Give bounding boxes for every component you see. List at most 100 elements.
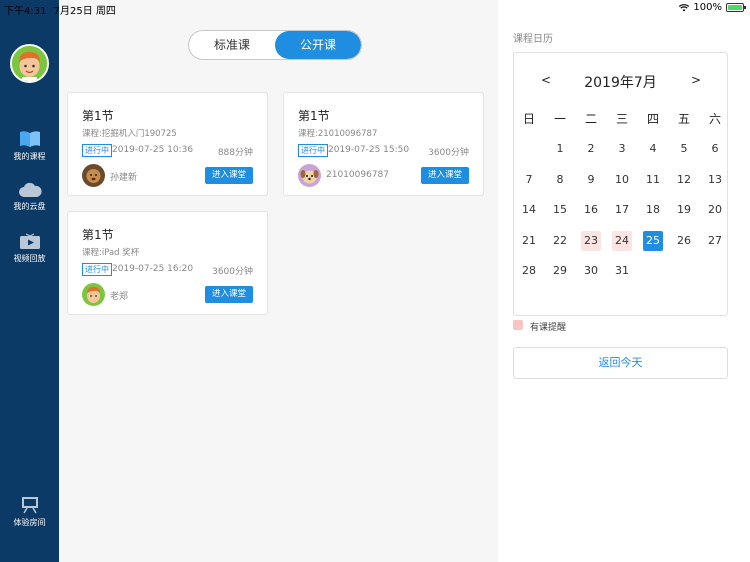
lesson-duration: 3600分钟 (212, 267, 253, 277)
sidebar-item-trial-room[interactable]: 体验房间 (0, 496, 59, 528)
calendar-day[interactable]: 17 (612, 200, 632, 220)
weekday-label: 五 (677, 112, 690, 126)
teacher-name: 老郑 (110, 292, 129, 302)
tab-public[interactable]: 公开课 (275, 31, 361, 59)
sidebar-item-my-cloud[interactable]: 我的云盘 (0, 182, 59, 212)
calendar-day[interactable]: 19 (674, 200, 694, 220)
weekday-label: 六 (708, 112, 721, 126)
sidebar-item-label: 体验房间 (13, 518, 46, 527)
calendar-day[interactable]: 30 (581, 261, 601, 281)
calendar-day[interactable]: 10 (612, 170, 632, 190)
calendar-day[interactable]: 2 (581, 139, 601, 159)
teacher-name: 孙建新 (110, 173, 138, 183)
wifi-icon (679, 3, 690, 11)
calendar-day[interactable]: 13 (705, 170, 725, 190)
tab-standard[interactable]: 标准课 (189, 31, 275, 59)
course-name: 课程:挖掘机入门190725 (82, 129, 177, 139)
calendar-day[interactable]: 1 (550, 139, 570, 159)
course-card[interactable]: 第1节 课程:iPad 奖杯 进行中 2019-07-25 16:20 3600… (67, 211, 268, 315)
teacher-avatar (82, 283, 105, 306)
calendar-day[interactable]: 11 (643, 170, 663, 190)
status-indicators: 100% (679, 2, 746, 13)
lesson-title: 第1节 (82, 109, 114, 123)
calendar-day[interactable]: 29 (550, 261, 570, 281)
calendar-day[interactable]: 26 (674, 231, 694, 251)
calendar-day[interactable]: 20 (705, 200, 725, 220)
calendar: < 2019年7月 > 日一二三四五六 1 2 3 4 5 6 7 8 9 10 11 12 13 14 15… (513, 52, 728, 316)
back-to-today-button[interactable]: 返回今天 (513, 347, 728, 379)
calendar-day[interactable]: 23 (581, 230, 601, 251)
status-clock: 下午4:31 7月25日 周四 (4, 2, 116, 17)
teacher-avatar (298, 164, 321, 187)
weekday-label: 四 (646, 112, 659, 126)
course-name: 课程:21010096787 (298, 129, 378, 139)
classroom-icon (21, 497, 38, 514)
lesson-title: 第1节 (298, 109, 330, 123)
calendar-day[interactable]: 5 (674, 139, 694, 159)
enter-classroom-button[interactable]: 进入课堂 (205, 167, 253, 184)
calendar-day[interactable]: 6 (705, 139, 725, 159)
lesson-time: 2019-07-25 15:50 (328, 145, 410, 155)
calendar-day[interactable]: 25 (643, 230, 663, 251)
calendar-day[interactable]: 21 (519, 231, 539, 251)
sidebar-item-label: 我的云盘 (13, 202, 46, 211)
calendar-day[interactable]: 15 (550, 200, 570, 220)
battery-icon (726, 3, 746, 12)
lesson-time: 2019-07-25 16:20 (112, 264, 194, 274)
calendar-day[interactable]: 12 (674, 170, 694, 190)
lesson-duration: 3600分钟 (428, 148, 469, 158)
calendar-day[interactable]: 16 (581, 200, 601, 220)
status-date: 7月25日 周四 (53, 6, 116, 17)
calendar-day[interactable]: 18 (643, 200, 663, 220)
weekday-label: 二 (584, 112, 597, 126)
calendar-day[interactable]: 22 (550, 231, 570, 251)
lion-avatar-icon (82, 164, 105, 187)
lesson-title: 第1节 (82, 228, 114, 242)
enter-classroom-button[interactable]: 进入课堂 (205, 286, 253, 303)
reminder-legend-label: 有课提醒 (530, 323, 567, 333)
next-month-button[interactable]: > (691, 73, 701, 87)
calendar-panel: 课程日历 < 2019年7月 > 日一二三四五六 1 2 3 4 5 6 7 8 9 10 11 12 1… (498, 0, 750, 562)
calendar-day[interactable]: 4 (643, 139, 663, 159)
calendar-day[interactable]: 24 (612, 230, 632, 251)
sidebar-item-label: 我的课程 (13, 152, 46, 161)
battery-percent: 100% (693, 2, 722, 13)
status-bar: 下午4:31 7月25日 周四 100% (0, 0, 750, 17)
calendar-day[interactable]: 8 (550, 170, 570, 190)
boy-avatar-icon (82, 283, 105, 306)
weekday-label: 日 (522, 112, 535, 126)
sidebar-item-my-courses[interactable]: 我的课程 (0, 130, 59, 162)
teacher-name: 21010096787 (326, 170, 389, 180)
main-content: 标准课 公开课 第1节 课程:挖掘机入门190725 进行中 2019-07-2… (59, 0, 498, 562)
calendar-day[interactable]: 14 (519, 200, 539, 220)
lesson-duration: 888分钟 (217, 148, 253, 158)
enter-classroom-button[interactable]: 进入课堂 (421, 167, 469, 184)
sidebar-item-label: 视频回放 (13, 254, 46, 263)
calendar-day[interactable]: 28 (519, 261, 539, 281)
course-name: 课程:iPad 奖杯 (82, 248, 140, 258)
course-card[interactable]: 第1节 课程:挖掘机入门190725 进行中 2019-07-25 10:36 … (67, 92, 268, 196)
boy-avatar-icon (12, 46, 47, 81)
book-icon (19, 131, 40, 147)
lesson-time: 2019-07-25 10:36 (112, 145, 194, 155)
calendar-day[interactable]: 31 (612, 261, 632, 281)
video-play-icon (19, 233, 40, 249)
course-type-tabs: 标准课 公开课 (188, 30, 362, 60)
course-card[interactable]: 第1节 课程:21010096787 进行中 2019-07-25 15:50 … (283, 92, 484, 196)
calendar-day[interactable]: 3 (612, 139, 632, 159)
reminder-legend-swatch (513, 320, 523, 330)
calendar-day[interactable]: 7 (519, 170, 539, 190)
cloud-icon (18, 182, 42, 197)
teacher-avatar (82, 164, 105, 187)
calendar-day[interactable]: 9 (581, 170, 601, 190)
user-avatar[interactable] (10, 44, 49, 83)
calendar-heading: 课程日历 (513, 34, 553, 45)
status-badge: 进行中 (82, 263, 112, 276)
sidebar: 我的课程 我的云盘 视频回放 体验房间 (0, 0, 59, 562)
status-badge: 进行中 (298, 144, 328, 157)
dog-avatar-icon (298, 164, 321, 187)
status-badge: 进行中 (82, 144, 112, 157)
sidebar-item-video-replay[interactable]: 视频回放 (0, 233, 59, 264)
calendar-day[interactable]: 27 (705, 231, 725, 251)
weekday-label: 三 (615, 112, 628, 126)
